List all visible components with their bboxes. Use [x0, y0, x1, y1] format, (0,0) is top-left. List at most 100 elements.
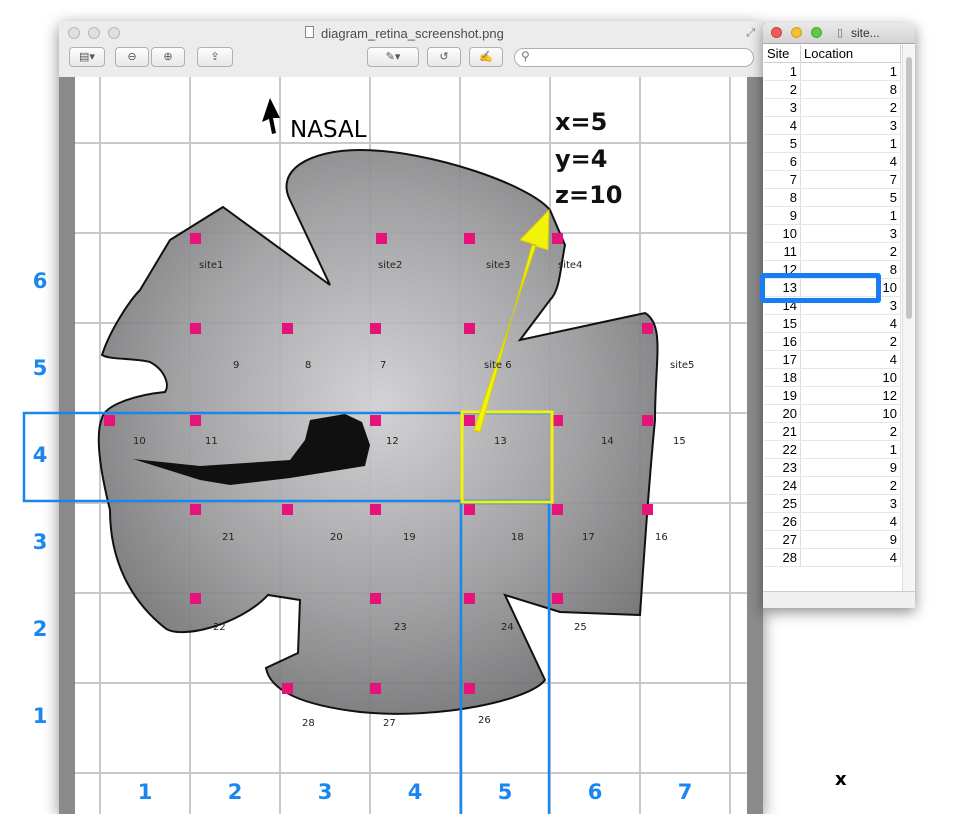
location-cell[interactable]: 4: [800, 548, 901, 567]
table-row[interactable]: 15 4: [764, 314, 901, 333]
table-row[interactable]: 77: [764, 170, 901, 189]
site-cell[interactable]: 23: [764, 458, 801, 477]
site-cell[interactable]: 3: [764, 98, 801, 117]
site-cell[interactable]: 18: [764, 368, 801, 387]
site-cell[interactable]: 11: [764, 242, 801, 261]
location-cell[interactable]: 7: [800, 170, 901, 189]
cell-label: 21: [222, 532, 235, 543]
location-cell[interactable]: 1: [800, 440, 901, 459]
site-cell[interactable]: 6: [764, 152, 801, 171]
cell-label: 27: [383, 718, 396, 729]
site-cell[interactable]: 7: [764, 170, 801, 189]
location-cell[interactable]: 4: [800, 350, 901, 369]
site-cell[interactable]: 15: [764, 314, 801, 333]
table-row[interactable]: 16 2: [764, 332, 901, 351]
cell-label: 14: [601, 436, 614, 447]
table-row[interactable]: 19 12: [764, 386, 901, 405]
data-table[interactable]: Site Location 1 1 2 8 3 2 4 3 5 1 6 4 7 7 8 5 9 1 10 3 11 2 12…: [764, 45, 901, 567]
location-cell[interactable]: 1: [800, 62, 901, 81]
cell-label: 12: [386, 436, 399, 447]
location-cell[interactable]: 4: [800, 512, 901, 531]
table-row[interactable]: 24 2: [764, 476, 901, 495]
site-cell[interactable]: 8: [764, 188, 801, 207]
location-cell[interactable]: 5: [800, 188, 901, 207]
annotation-group: x=5 y=4 z=10: [555, 108, 622, 209]
location-cell[interactable]: 10: [800, 368, 901, 387]
site-cell[interactable]: 10: [764, 224, 801, 243]
table-row[interactable]: 64: [764, 152, 901, 171]
table-row[interactable]: 23 9: [764, 458, 901, 477]
table-row[interactable]: 43: [764, 116, 901, 135]
location-cell[interactable]: 2: [800, 422, 901, 441]
location-cell[interactable]: 3: [800, 494, 901, 513]
site-cell[interactable]: 28: [764, 548, 801, 567]
location-cell[interactable]: 2: [800, 98, 901, 117]
site-cell[interactable]: 1: [764, 62, 801, 81]
table-row[interactable]: 32: [764, 98, 901, 117]
site-cell[interactable]: 24: [764, 476, 801, 495]
table-row[interactable]: 10 3: [764, 224, 901, 243]
table-row[interactable]: 22 1: [764, 440, 901, 459]
table-row[interactable]: 85: [764, 188, 901, 207]
location-cell[interactable]: 3: [800, 116, 901, 135]
location-cell[interactable]: 10: [800, 404, 901, 423]
corner-x-label: x: [835, 769, 847, 790]
table-row[interactable]: 91: [764, 206, 901, 225]
zoom-button[interactable]: [811, 27, 822, 38]
site-marker: [370, 323, 381, 334]
site-cell[interactable]: 16: [764, 332, 801, 351]
site-marker: [190, 323, 201, 334]
site-cell[interactable]: 20: [764, 404, 801, 423]
location-cell[interactable]: 4: [800, 314, 901, 333]
location-cell[interactable]: 2: [800, 332, 901, 351]
cell-label: 13: [494, 436, 507, 447]
location-cell[interactable]: 9: [800, 458, 901, 477]
cell-label: site4: [558, 260, 582, 271]
x-axis-label: 4: [408, 780, 423, 804]
table-row[interactable]: 21 2: [764, 422, 901, 441]
vertical-scrollbar[interactable]: [902, 45, 915, 593]
location-cell[interactable]: 3: [800, 224, 901, 243]
horizontal-scrollbar[interactable]: [763, 591, 915, 608]
table-row[interactable]: 11: [764, 62, 901, 81]
site-cell[interactable]: 4: [764, 116, 801, 135]
table-row[interactable]: 51: [764, 134, 901, 153]
table-row[interactable]: 28: [764, 80, 901, 99]
location-cell[interactable]: 9: [800, 530, 901, 549]
table-row[interactable]: 18 10: [764, 368, 901, 387]
site-cell[interactable]: 25: [764, 494, 801, 513]
table-row[interactable]: 20 10: [764, 404, 901, 423]
table-row[interactable]: 26 4: [764, 512, 901, 531]
table-row[interactable]: 28 4: [764, 548, 901, 567]
cell-label: site1: [199, 260, 223, 271]
close-button[interactable]: [771, 27, 782, 38]
site-marker: [190, 415, 201, 426]
location-cell[interactable]: 1: [800, 206, 901, 225]
site-cell[interactable]: 22: [764, 440, 801, 459]
location-cell[interactable]: 8: [800, 80, 901, 99]
table-row[interactable]: 17 4: [764, 350, 901, 369]
column-header-location[interactable]: Location: [800, 45, 901, 63]
column-header-site[interactable]: Site: [764, 45, 801, 63]
table-row[interactable]: 25 3: [764, 494, 901, 513]
location-cell[interactable]: 1: [800, 134, 901, 153]
site-cell[interactable]: 2: [764, 80, 801, 99]
site-cell[interactable]: 26: [764, 512, 801, 531]
site-cell[interactable]: 9: [764, 206, 801, 225]
minimize-button[interactable]: [791, 27, 802, 38]
location-cell[interactable]: 4: [800, 152, 901, 171]
nasal-label: NASAL: [290, 117, 367, 143]
location-cell[interactable]: 12: [800, 386, 901, 405]
site-cell[interactable]: 27: [764, 530, 801, 549]
table-row[interactable]: 27 9: [764, 530, 901, 549]
site-marker: [370, 593, 381, 604]
cell-label: 15: [673, 436, 686, 447]
location-cell[interactable]: 2: [800, 242, 901, 261]
annotation-z: z=10: [555, 181, 622, 209]
site-cell[interactable]: 5: [764, 134, 801, 153]
table-row[interactable]: 11 2: [764, 242, 901, 261]
site-cell[interactable]: 19: [764, 386, 801, 405]
site-cell[interactable]: 17: [764, 350, 801, 369]
site-cell[interactable]: 21: [764, 422, 801, 441]
location-cell[interactable]: 2: [800, 476, 901, 495]
